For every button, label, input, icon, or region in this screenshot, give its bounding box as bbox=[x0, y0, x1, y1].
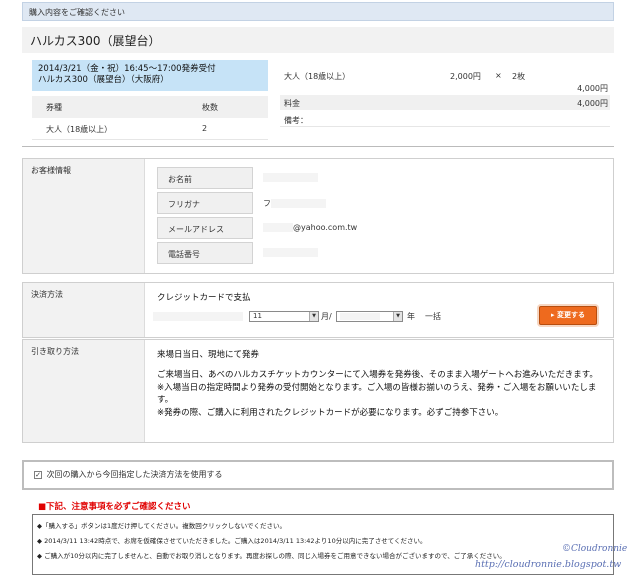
redacted-block bbox=[263, 248, 318, 257]
change-payment-button[interactable]: ▸ 変更する bbox=[539, 306, 597, 325]
redacted-block bbox=[271, 199, 326, 208]
order-times: × bbox=[495, 71, 502, 80]
pickup-label: 引き取り方法 bbox=[23, 340, 145, 442]
pickup-description: ご来場当日、あべのハルカスチケットカウンターにて入場券を発券後、そのまま入場ゲー… bbox=[157, 369, 607, 419]
pickup-text-1: ご来場当日、あべのハルカスチケットカウンターにて入場券を発券後、そのまま入場ゲー… bbox=[157, 370, 598, 380]
furigana-label: フリガナ bbox=[157, 192, 253, 214]
list-item: ◆ 2014/3/11 13:42時点で、お席を仮確保させていただきました。ご購… bbox=[37, 537, 427, 545]
email-value: @yahoo.com.tw bbox=[263, 217, 357, 239]
expiry-month-value: 11 bbox=[253, 312, 262, 320]
order-subtotal: 4,000円 bbox=[577, 84, 608, 93]
schedule-datetime: 2014/3/21（金・祝）16:45～17:00発券受付 bbox=[38, 64, 216, 74]
order-item: 大人（18歳以上） bbox=[284, 72, 351, 81]
redacted-block bbox=[153, 312, 243, 321]
payment-method: クレジットカードで支払 bbox=[157, 293, 251, 303]
pickup-panel: 引き取り方法 来場日当日、現地にて発券 ご来場当日、あべのハルカスチケットカウン… bbox=[22, 339, 614, 443]
chevron-right-icon: ▸ bbox=[551, 311, 555, 319]
ticket-qty-header: 枚数 bbox=[202, 103, 218, 112]
schedule-box: 2014/3/21（金・祝）16:45～17:00発券受付 ハルカス300（展望… bbox=[32, 60, 268, 91]
watermark-credit: ©Cloudronnie bbox=[562, 544, 628, 554]
name-value bbox=[263, 167, 318, 189]
confirm-header-bar: 購入内容をご確認ください bbox=[22, 2, 614, 21]
divider bbox=[22, 146, 614, 147]
chevron-down-icon: ▼ bbox=[393, 312, 402, 321]
confirm-header-title: 購入内容をご確認ください bbox=[29, 8, 125, 17]
list-item: ◆「購入する」ボタンは1度だけ押してください。複数回クリックしないでください。 bbox=[37, 522, 287, 530]
month-unit: 月/ bbox=[321, 312, 332, 321]
name-label: お名前 bbox=[157, 167, 253, 189]
phone-value bbox=[263, 242, 318, 264]
order-note-label: 備考： bbox=[284, 116, 308, 125]
payment-panel: 決済方法 クレジットカードで支払 11 ▼ 月/ ▼ 年 一括 ▸ 変更する bbox=[22, 282, 614, 338]
redacted-block bbox=[263, 223, 293, 232]
customer-info-label: お客様情報 bbox=[23, 159, 145, 273]
chevron-down-icon: ▼ bbox=[309, 312, 318, 321]
pickup-title: 来場日当日、現地にて発券 bbox=[157, 350, 260, 360]
order-qty: 2枚 bbox=[512, 72, 526, 81]
order-fee-value: 4,000円 bbox=[577, 99, 608, 108]
card-number-redacted bbox=[153, 312, 243, 321]
ticket-table-header: 券種 枚数 bbox=[32, 96, 268, 118]
order-unit-price: 2,000円 bbox=[450, 72, 481, 81]
ticket-type-cell: 大人（18歳以上） bbox=[46, 125, 113, 134]
redacted-block bbox=[263, 173, 318, 182]
customer-info-panel: お客様情報 お名前 フリガナ フ メールアドレス @yahoo.com.tw 電… bbox=[22, 158, 614, 274]
expiry-year-select[interactable]: ▼ bbox=[336, 311, 403, 322]
order-line: 大人（18歳以上） 2,000円 × 2枚 4,000円 bbox=[280, 60, 610, 94]
save-payment-option: ✓ 次回の購入から今回指定した決済方法を使用する bbox=[22, 460, 614, 490]
event-title: ハルカス300（展望台） bbox=[22, 27, 614, 53]
schedule-venue: ハルカス300（展望台）（大阪府） bbox=[38, 75, 169, 85]
order-note-row: 備考： bbox=[280, 112, 610, 127]
notice-title: ■下記、注意事項を必ずご確認ください bbox=[38, 502, 191, 512]
order-fee-row: 料金 4,000円 bbox=[280, 95, 610, 110]
ticket-type-header: 券種 bbox=[46, 103, 62, 112]
year-unit: 年 bbox=[407, 312, 415, 321]
installment-type: 一括 bbox=[425, 312, 441, 321]
phone-label: 電話番号 bbox=[157, 242, 253, 264]
save-payment-checkbox[interactable]: ✓ bbox=[34, 470, 42, 479]
payment-label: 決済方法 bbox=[23, 283, 145, 337]
watermark-url: http://cloudronnie.blogspot.tw bbox=[475, 559, 622, 570]
table-row: 大人（18歳以上） 2 bbox=[32, 118, 268, 140]
pickup-text-2: ※入場当日の指定時間より発券の受付開始となります。ご入場の皆様お揃いのうえ、発券… bbox=[157, 382, 597, 406]
expiry-month-select[interactable]: 11 ▼ bbox=[249, 311, 319, 322]
pickup-text-3: ※発券の際、ご購入に利用されたクレジットカードが必要になります。必ずご持参下さい… bbox=[157, 407, 504, 418]
furigana-value: フ bbox=[263, 192, 326, 214]
order-fee-label: 料金 bbox=[284, 99, 300, 108]
save-payment-label[interactable]: 次回の購入から今回指定した決済方法を使用する bbox=[47, 470, 223, 479]
email-label: メールアドレス bbox=[157, 217, 253, 239]
ticket-qty-cell: 2 bbox=[202, 124, 208, 133]
redacted-block bbox=[340, 312, 380, 320]
